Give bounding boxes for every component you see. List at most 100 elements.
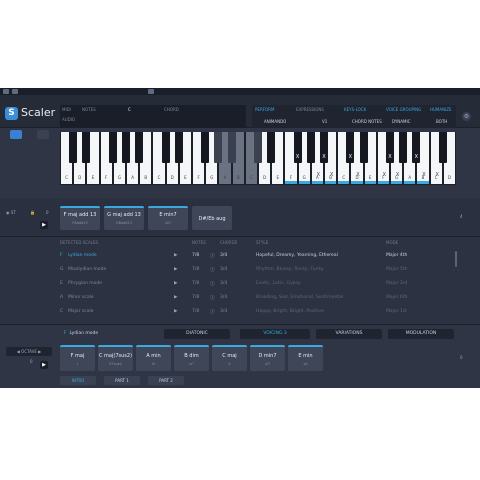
camera-icon[interactable] (148, 89, 154, 94)
host-menu-icon[interactable] (12, 89, 18, 94)
scale-dot: G (60, 267, 64, 272)
progression-chord-card[interactable]: F maj I (60, 345, 95, 371)
tab-diatonic[interactable]: DIATONIC (164, 329, 230, 339)
play-scale-icon[interactable]: ▶ (174, 281, 177, 286)
active-note-marker: X (422, 172, 426, 178)
part-tab-intro[interactable]: INTRO (60, 376, 96, 385)
scale-row[interactable]: F Lydian mode ▶ 7/8 ⓘ 3/4 Hopeful, Dream… (60, 249, 460, 262)
scale-row[interactable]: G Mixolydian mode ▶ 7/8 ⓘ 3/4 Rhythm, Bl… (60, 263, 460, 276)
chord-card[interactable]: F maj add 13 F6add13 (60, 206, 100, 230)
black-key[interactable] (399, 132, 408, 163)
progression-chord-card[interactable]: B dim iv° (174, 345, 209, 371)
black-key[interactable] (306, 132, 315, 163)
black-key[interactable]: X (320, 132, 328, 163)
tab-variations[interactable]: VARIATIONS (316, 329, 382, 339)
play-progression-button[interactable]: ▶ (40, 361, 48, 369)
scale-selected-icon: F (60, 253, 63, 258)
info-icon[interactable]: ⓘ (210, 281, 215, 287)
power-icon[interactable] (3, 89, 9, 94)
active-note-marker: X (329, 172, 334, 178)
black-key[interactable] (108, 132, 117, 163)
play-scale-icon[interactable]: ▶ (174, 267, 177, 272)
black-key[interactable] (174, 132, 183, 163)
voice-grouping-header[interactable]: VOICE GROUPING (386, 107, 421, 112)
settings-gear-icon[interactable]: ⚙ (462, 112, 471, 121)
humanize-value[interactable]: BOTH (436, 119, 447, 124)
black-key[interactable]: X (386, 132, 394, 163)
black-key[interactable] (227, 132, 236, 163)
keys-lock-value[interactable]: CHORD NOTES (352, 119, 382, 124)
black-key[interactable] (135, 132, 144, 163)
chord-card[interactable]: D#/Eb aug (192, 206, 232, 230)
keys-lock-header[interactable]: KEYS-LOCK (344, 107, 366, 112)
chord-name: E min7 (159, 212, 177, 218)
instrument-icon[interactable] (37, 130, 49, 139)
detected-scales-panel: DETECTED SCALES NOTES CHORDS STYLE MODE … (0, 236, 480, 324)
tab-voicing[interactable]: VOICING 3 (240, 329, 310, 339)
perform-header[interactable]: PERFORM (255, 107, 274, 112)
scale-name: Major scale (68, 309, 94, 314)
black-key[interactable]: X (412, 132, 421, 163)
black-key[interactable] (267, 132, 276, 163)
scaler-window: S Scaler MIDI AUDIO NOTES C CHORD PERFOR… (0, 88, 480, 388)
progression-chord-card[interactable]: E min vii (288, 345, 323, 371)
info-icon[interactable]: ⓘ (210, 253, 215, 259)
info-icon[interactable]: ⓘ (210, 267, 215, 273)
humanize-header[interactable]: HUMANIZE (430, 107, 452, 112)
info-icon[interactable]: ⓘ (210, 295, 215, 301)
key-label: E (276, 175, 280, 180)
black-key[interactable] (214, 132, 223, 163)
black-key[interactable] (254, 132, 262, 163)
chord-card[interactable]: E min7 vii7 (148, 206, 188, 230)
voice-grouping-value[interactable]: DYNAMIC (392, 119, 410, 124)
st-toggle[interactable]: ◉ ST (6, 210, 16, 215)
chord-name: G maj add 13 (107, 212, 141, 218)
expression-value[interactable]: V1 (322, 119, 327, 124)
perform-value[interactable]: ANIMANDO (264, 119, 286, 124)
keyboard-view-icon[interactable] (10, 130, 22, 139)
active-note-marker: X (382, 172, 387, 178)
chord-name: F maj add 13 (63, 212, 97, 218)
style-header: STYLE (256, 240, 269, 245)
active-note-marker: X (356, 172, 360, 178)
octave-control[interactable]: ◀ OCTAVE ▶ (6, 347, 52, 356)
scale-row[interactable]: E Phrygian mode ▶ 7/8 ⓘ 3/4 Exotic, Lati… (60, 277, 460, 290)
expressions-header[interactable]: EXPRESSIONS (296, 107, 324, 112)
black-key[interactable]: X (346, 132, 355, 163)
play-scale-icon[interactable]: ▶ (174, 295, 177, 300)
lock-icon[interactable]: 🔒 (30, 210, 35, 215)
black-key[interactable] (69, 132, 78, 163)
progression-chord-card[interactable]: A min iii (136, 345, 171, 371)
progression-chord-card[interactable]: C maj(7sus2) V7sus2 (98, 345, 133, 371)
piano-keyboard[interactable]: CDEFGABCDEFGABCDEFGAXBXCDXEFXGXABXCXDXXX… (60, 132, 456, 185)
scales-scrollbar[interactable] (455, 251, 457, 267)
tab-modulation[interactable]: MODULATION (388, 329, 454, 339)
info-icon[interactable]: ⓘ (210, 309, 215, 315)
chord-degree: G6add13 (116, 221, 132, 225)
scale-mode: Major 1st (386, 309, 407, 314)
black-key[interactable]: X (293, 132, 302, 163)
progression-chord-card[interactable]: D min7 vi7 (250, 345, 285, 371)
black-key[interactable] (82, 132, 91, 163)
black-key[interactable] (122, 132, 130, 163)
play-scale-icon[interactable]: ▶ (174, 253, 177, 258)
chord-card[interactable]: G maj add 13 G6add13 (104, 206, 144, 230)
chord-name: F maj (70, 353, 85, 359)
play-scale-icon[interactable]: ▶ (174, 309, 177, 314)
scale-row[interactable]: A Minor scale ▶ 7/8 ⓘ 3/4 Brooding, Sad,… (60, 291, 460, 304)
scale-notes: 7/8 (192, 295, 200, 300)
play-chords-button[interactable]: ▶ (40, 221, 48, 229)
part-tab-1[interactable]: PART 1 (104, 376, 140, 385)
scale-style: Rhythm, Bluesy, Rocky, Funky (256, 267, 324, 272)
black-key[interactable] (201, 132, 210, 163)
chord-label: CHORD (164, 107, 179, 112)
key-label: C (249, 175, 253, 180)
key-label: G (117, 175, 121, 180)
part-tab-2[interactable]: PART 2 (148, 376, 184, 385)
progression-chord-card[interactable]: C maj V (212, 345, 247, 371)
chord-bar-value: 0 (46, 210, 49, 215)
black-key[interactable] (161, 132, 170, 163)
scale-row[interactable]: C Major scale ▶ 7/8 ⓘ 3/4 Happy, Bright,… (60, 305, 460, 318)
black-key[interactable] (438, 132, 447, 163)
black-key[interactable] (359, 132, 368, 163)
